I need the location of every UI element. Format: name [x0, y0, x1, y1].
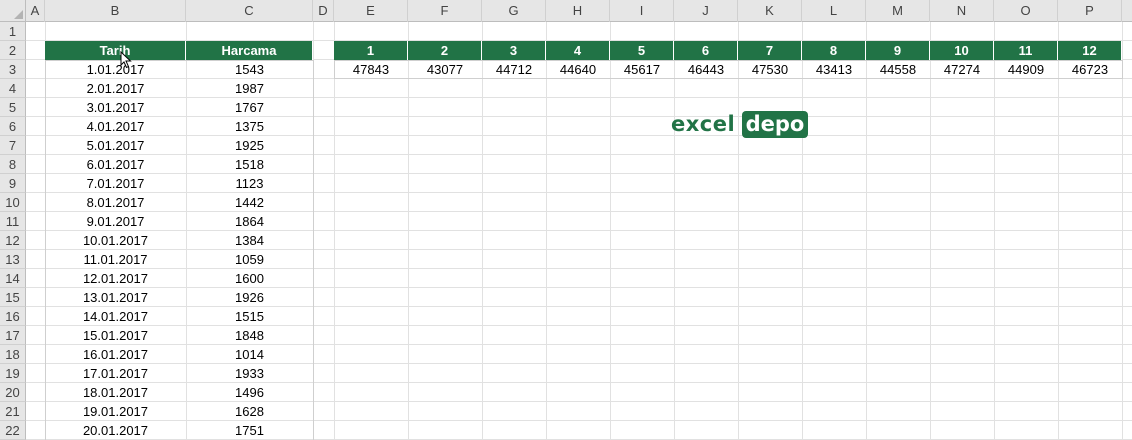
col-boundary: [738, 22, 739, 440]
col-boundary: [546, 22, 547, 440]
month-header-cell[interactable]: 8: [802, 41, 866, 60]
column-header[interactable]: J: [674, 0, 738, 22]
row-header[interactable]: 6: [0, 117, 26, 136]
row-header[interactable]: 10: [0, 193, 26, 212]
logo-text-excel: excel: [671, 112, 736, 136]
column-header[interactable]: F: [408, 0, 482, 22]
column-header[interactable]: C: [186, 0, 313, 22]
month-header-cell[interactable]: 4: [546, 41, 610, 60]
month-value-cell[interactable]: 46723: [1058, 60, 1122, 79]
row-header[interactable]: 1: [0, 22, 26, 41]
date-amount-table-border: [45, 60, 314, 440]
column-header[interactable]: D: [313, 0, 334, 22]
mouse-pointer-icon: [120, 51, 132, 69]
column-header[interactable]: A: [26, 0, 45, 22]
col-boundary: [994, 22, 995, 440]
month-value-cell[interactable]: 46443: [674, 60, 738, 79]
row-header[interactable]: 12: [0, 231, 26, 250]
month-value-cell[interactable]: 47843: [334, 60, 408, 79]
row-header[interactable]: 18: [0, 345, 26, 364]
row-header[interactable]: 17: [0, 326, 26, 345]
exceldepo-logo: excel depo: [671, 111, 808, 138]
col-boundary: [802, 22, 803, 440]
month-value-cell[interactable]: 44712: [482, 60, 546, 79]
select-all-corner[interactable]: [0, 0, 26, 22]
row-header[interactable]: 22: [0, 421, 26, 440]
row-header[interactable]: 16: [0, 307, 26, 326]
row-header[interactable]: 14: [0, 269, 26, 288]
row-header[interactable]: 9: [0, 174, 26, 193]
header-cell-harcama[interactable]: Harcama: [186, 41, 313, 60]
month-header-cell[interactable]: 5: [610, 41, 674, 60]
row-header[interactable]: 7: [0, 136, 26, 155]
row-header[interactable]: 15: [0, 288, 26, 307]
month-header-cell[interactable]: 12: [1058, 41, 1122, 60]
row-header[interactable]: 21: [0, 402, 26, 421]
column-header[interactable]: E: [334, 0, 408, 22]
month-header-cell[interactable]: 11: [994, 41, 1058, 60]
row-header[interactable]: 13: [0, 250, 26, 269]
month-value-cell[interactable]: 47530: [738, 60, 802, 79]
column-header[interactable]: M: [866, 0, 930, 22]
month-header-cell[interactable]: 2: [408, 41, 482, 60]
col-boundary: [610, 22, 611, 440]
column-header[interactable]: N: [930, 0, 994, 22]
row-header[interactable]: 3: [0, 60, 26, 79]
month-value-cell[interactable]: 45617: [610, 60, 674, 79]
row-header[interactable]: 19: [0, 364, 26, 383]
month-value-cell[interactable]: 44558: [866, 60, 930, 79]
col-boundary: [1122, 22, 1123, 440]
month-header-cell[interactable]: 7: [738, 41, 802, 60]
header-cell-tarih[interactable]: Tarih: [45, 41, 186, 60]
col-boundary: [674, 22, 675, 440]
month-value-cell[interactable]: 47274: [930, 60, 994, 79]
column-header[interactable]: O: [994, 0, 1058, 22]
month-header-cell[interactable]: 9: [866, 41, 930, 60]
logo-text-depo: depo: [742, 111, 808, 138]
month-header-cell[interactable]: 10: [930, 41, 994, 60]
column-header[interactable]: B: [45, 0, 186, 22]
column-header[interactable]: L: [802, 0, 866, 22]
month-header-cell[interactable]: 6: [674, 41, 738, 60]
row-header[interactable]: 4: [0, 79, 26, 98]
month-header-cell[interactable]: 1: [334, 41, 408, 60]
col-boundary: [408, 22, 409, 440]
column-header[interactable]: G: [482, 0, 546, 22]
month-value-cell[interactable]: 43413: [802, 60, 866, 79]
col-boundary: [866, 22, 867, 440]
month-value-cell[interactable]: 43077: [408, 60, 482, 79]
column-header[interactable]: H: [546, 0, 610, 22]
col-boundary: [482, 22, 483, 440]
row-header[interactable]: 11: [0, 212, 26, 231]
month-value-cell[interactable]: 44909: [994, 60, 1058, 79]
column-header[interactable]: I: [610, 0, 674, 22]
col-boundary: [1058, 22, 1059, 440]
select-all-icon: [14, 10, 23, 19]
column-header[interactable]: P: [1058, 0, 1122, 22]
row-header[interactable]: 2: [0, 41, 26, 60]
col-boundary: [334, 22, 335, 440]
spreadsheet-grid[interactable]: A B C D E F G H I J K L M N O P 1 2 3 4 …: [0, 0, 1132, 440]
month-header-cell[interactable]: 3: [482, 41, 546, 60]
row-header[interactable]: 8: [0, 155, 26, 174]
col-boundary: [930, 22, 931, 440]
row-header[interactable]: 20: [0, 383, 26, 402]
row-header[interactable]: 5: [0, 98, 26, 117]
column-header[interactable]: K: [738, 0, 802, 22]
column-header-bar: A B C D E F G H I J K L M N O P: [0, 0, 1132, 22]
month-value-cell[interactable]: 44640: [546, 60, 610, 79]
